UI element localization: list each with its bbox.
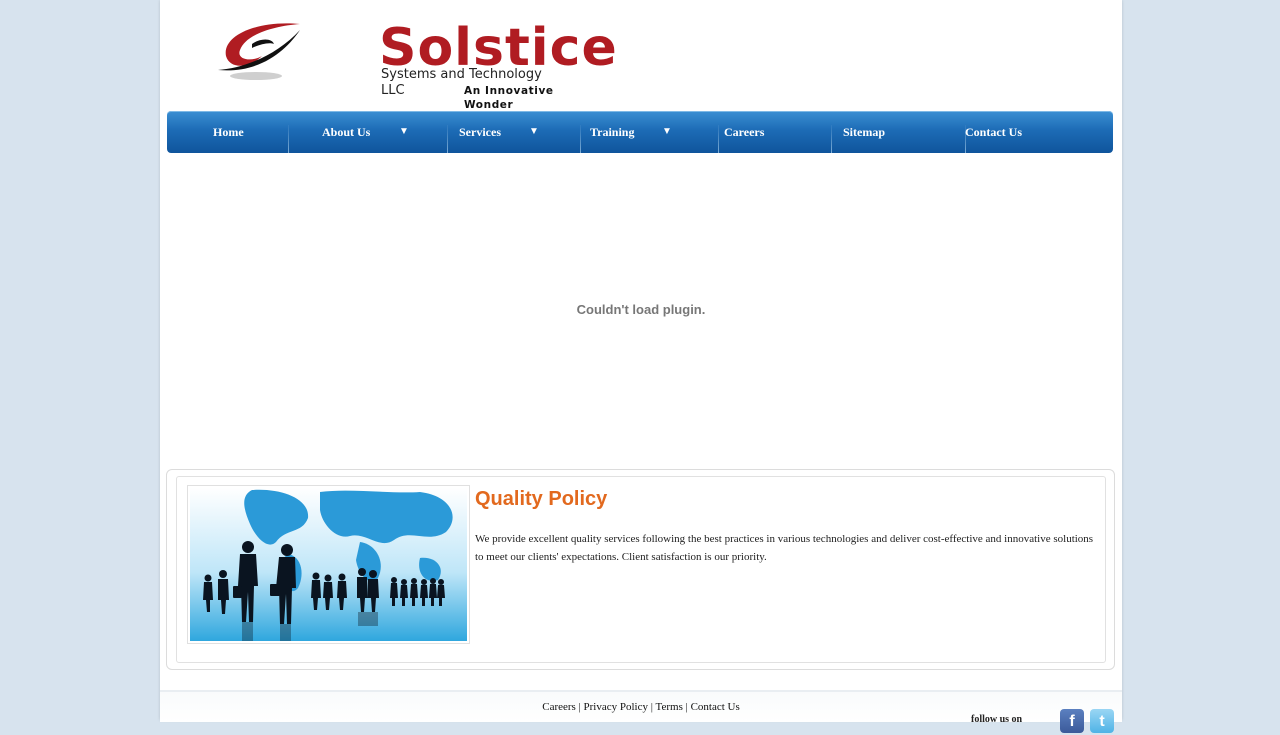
- footer-separator: |: [578, 701, 581, 713]
- nav-item-label: Services: [459, 125, 501, 139]
- nav-item-label: Sitemap: [843, 125, 885, 139]
- footer: Careers | Privacy Policy | Terms | Conta…: [160, 690, 1122, 733]
- chevron-down-icon: ▼: [529, 126, 539, 137]
- quality-policy-text: We provide excellent quality services fo…: [475, 533, 1094, 563]
- quality-policy-panel: Quality Policy We provide excellent qual…: [166, 469, 1115, 670]
- quality-policy-title: Quality Policy: [475, 488, 608, 510]
- business-people-world-map-image: [187, 485, 470, 644]
- nav-item-careers[interactable]: Careers: [719, 111, 830, 153]
- main-nav: Home About Us ▼ Services ▼ Training ▼ Ca…: [167, 111, 1113, 153]
- chevron-down-icon: ▼: [662, 126, 672, 137]
- nav-item-home[interactable]: Home: [167, 111, 287, 153]
- nav-item-label: About Us: [322, 125, 371, 139]
- logo-swoosh-icon: [218, 23, 300, 80]
- footer-links: Careers | Privacy Policy | Terms | Conta…: [160, 701, 1122, 713]
- footer-separator: |: [650, 701, 653, 713]
- plugin-error-message: Couldn't load plugin.: [576, 302, 706, 317]
- footer-link-contact-us[interactable]: Contact Us: [691, 701, 740, 713]
- footer-link-careers[interactable]: Careers: [542, 701, 576, 713]
- nav-item-contact-us[interactable]: Contact Us: [965, 111, 1113, 153]
- footer-link-terms[interactable]: Terms: [656, 701, 683, 713]
- nav-item-label: Home: [213, 125, 244, 139]
- nav-item-training[interactable]: Training ▼: [581, 111, 717, 153]
- chevron-down-icon: ▼: [399, 126, 409, 137]
- plugin-area[interactable]: Couldn't load plugin.: [160, 160, 1122, 460]
- nav-item-label: Contact Us: [965, 125, 1022, 139]
- footer-separator: |: [685, 701, 688, 713]
- nav-item-label: Careers: [724, 125, 765, 139]
- nav-item-about-us[interactable]: About Us ▼: [289, 111, 446, 153]
- page-container: Solstice Systems and Technology LLC An I…: [160, 0, 1122, 733]
- facebook-icon[interactable]: f: [1060, 709, 1084, 733]
- site-logo[interactable]: Solstice Systems and Technology LLC An I…: [216, 14, 617, 111]
- nav-item-label: Training: [590, 125, 635, 139]
- quality-policy-inner: Quality Policy We provide excellent qual…: [176, 476, 1106, 663]
- twitter-icon[interactable]: t: [1090, 709, 1114, 733]
- footer-link-privacy-policy[interactable]: Privacy Policy: [584, 701, 648, 713]
- logo-tagline: An Innovative Wonder: [464, 85, 554, 111]
- nav-item-services[interactable]: Services ▼: [448, 111, 579, 153]
- nav-item-sitemap[interactable]: Sitemap: [832, 111, 964, 153]
